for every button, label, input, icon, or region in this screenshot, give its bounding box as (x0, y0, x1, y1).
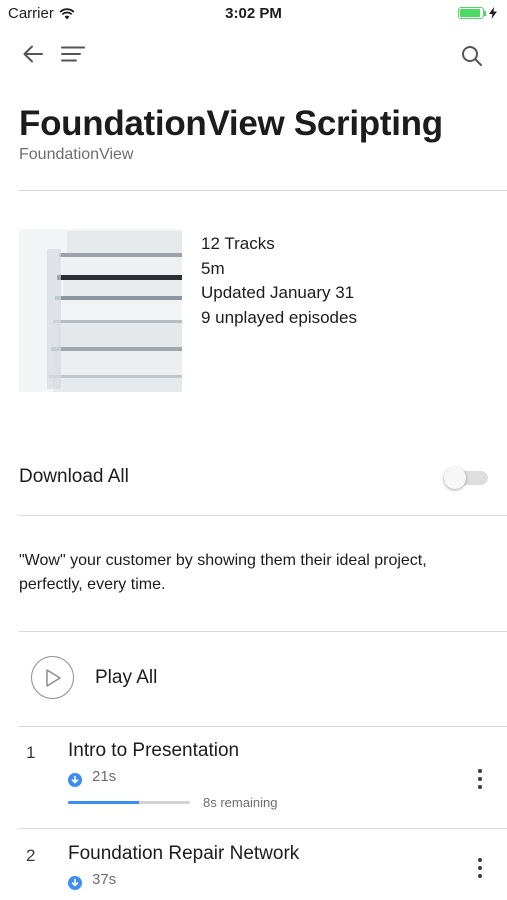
divider (19, 631, 507, 632)
play-circle (31, 656, 74, 699)
track-number: 2 (26, 846, 36, 865)
divider (19, 190, 507, 191)
charging-bolt-icon (489, 7, 497, 19)
unplayed-count: 9 unplayed episodes (201, 308, 357, 328)
download-all-toggle[interactable] (444, 467, 488, 489)
play-icon (45, 668, 61, 687)
track-duration: 21s (92, 768, 117, 785)
divider (19, 515, 507, 516)
battery-icon (458, 7, 484, 19)
downloaded-icon (68, 773, 82, 787)
cover-image (19, 229, 182, 392)
track-title: Foundation Repair Network (68, 843, 300, 864)
divider (19, 726, 507, 727)
status-bar: Carrier 3:02 PM (0, 0, 507, 28)
toggle-knob (444, 467, 466, 489)
track-progress-bar (68, 801, 190, 804)
total-duration: 5m (201, 258, 225, 278)
battery-cap (484, 10, 486, 16)
downloaded-icon (68, 876, 82, 890)
track-title: Intro to Presentation (68, 740, 240, 761)
battery-indicator (458, 7, 497, 19)
playlist-meta: 12 Tracks 5m Updated January 31 9 unplay… (201, 232, 357, 331)
play-all-button[interactable]: Play All (31, 656, 157, 699)
search-icon[interactable] (460, 44, 484, 68)
more-options-icon[interactable] (470, 766, 490, 792)
track-duration: 37s (92, 871, 117, 888)
book-stack-illustration (19, 229, 182, 392)
play-all-label: Play All (95, 666, 158, 688)
nav-bar (0, 38, 507, 72)
battery-fill (460, 9, 480, 17)
track-progress-fill (68, 801, 139, 804)
playlist-description: "Wow" your customer by showing them thei… (19, 552, 427, 593)
updated-date: Updated January 31 (201, 283, 355, 303)
download-all-label: Download All (19, 466, 129, 487)
track-count: 12 Tracks (201, 234, 275, 253)
more-options-icon[interactable] (470, 855, 490, 881)
track-number: 1 (26, 743, 36, 762)
menu-icon[interactable] (60, 45, 86, 63)
divider (19, 828, 507, 829)
time-remaining: 8s remaining (203, 795, 278, 810)
author-label: FoundationView (19, 146, 134, 163)
arrow-left-icon[interactable] (22, 44, 44, 64)
page-title: FoundationView Scripting (19, 104, 443, 143)
status-time: 3:02 PM (225, 5, 282, 22)
